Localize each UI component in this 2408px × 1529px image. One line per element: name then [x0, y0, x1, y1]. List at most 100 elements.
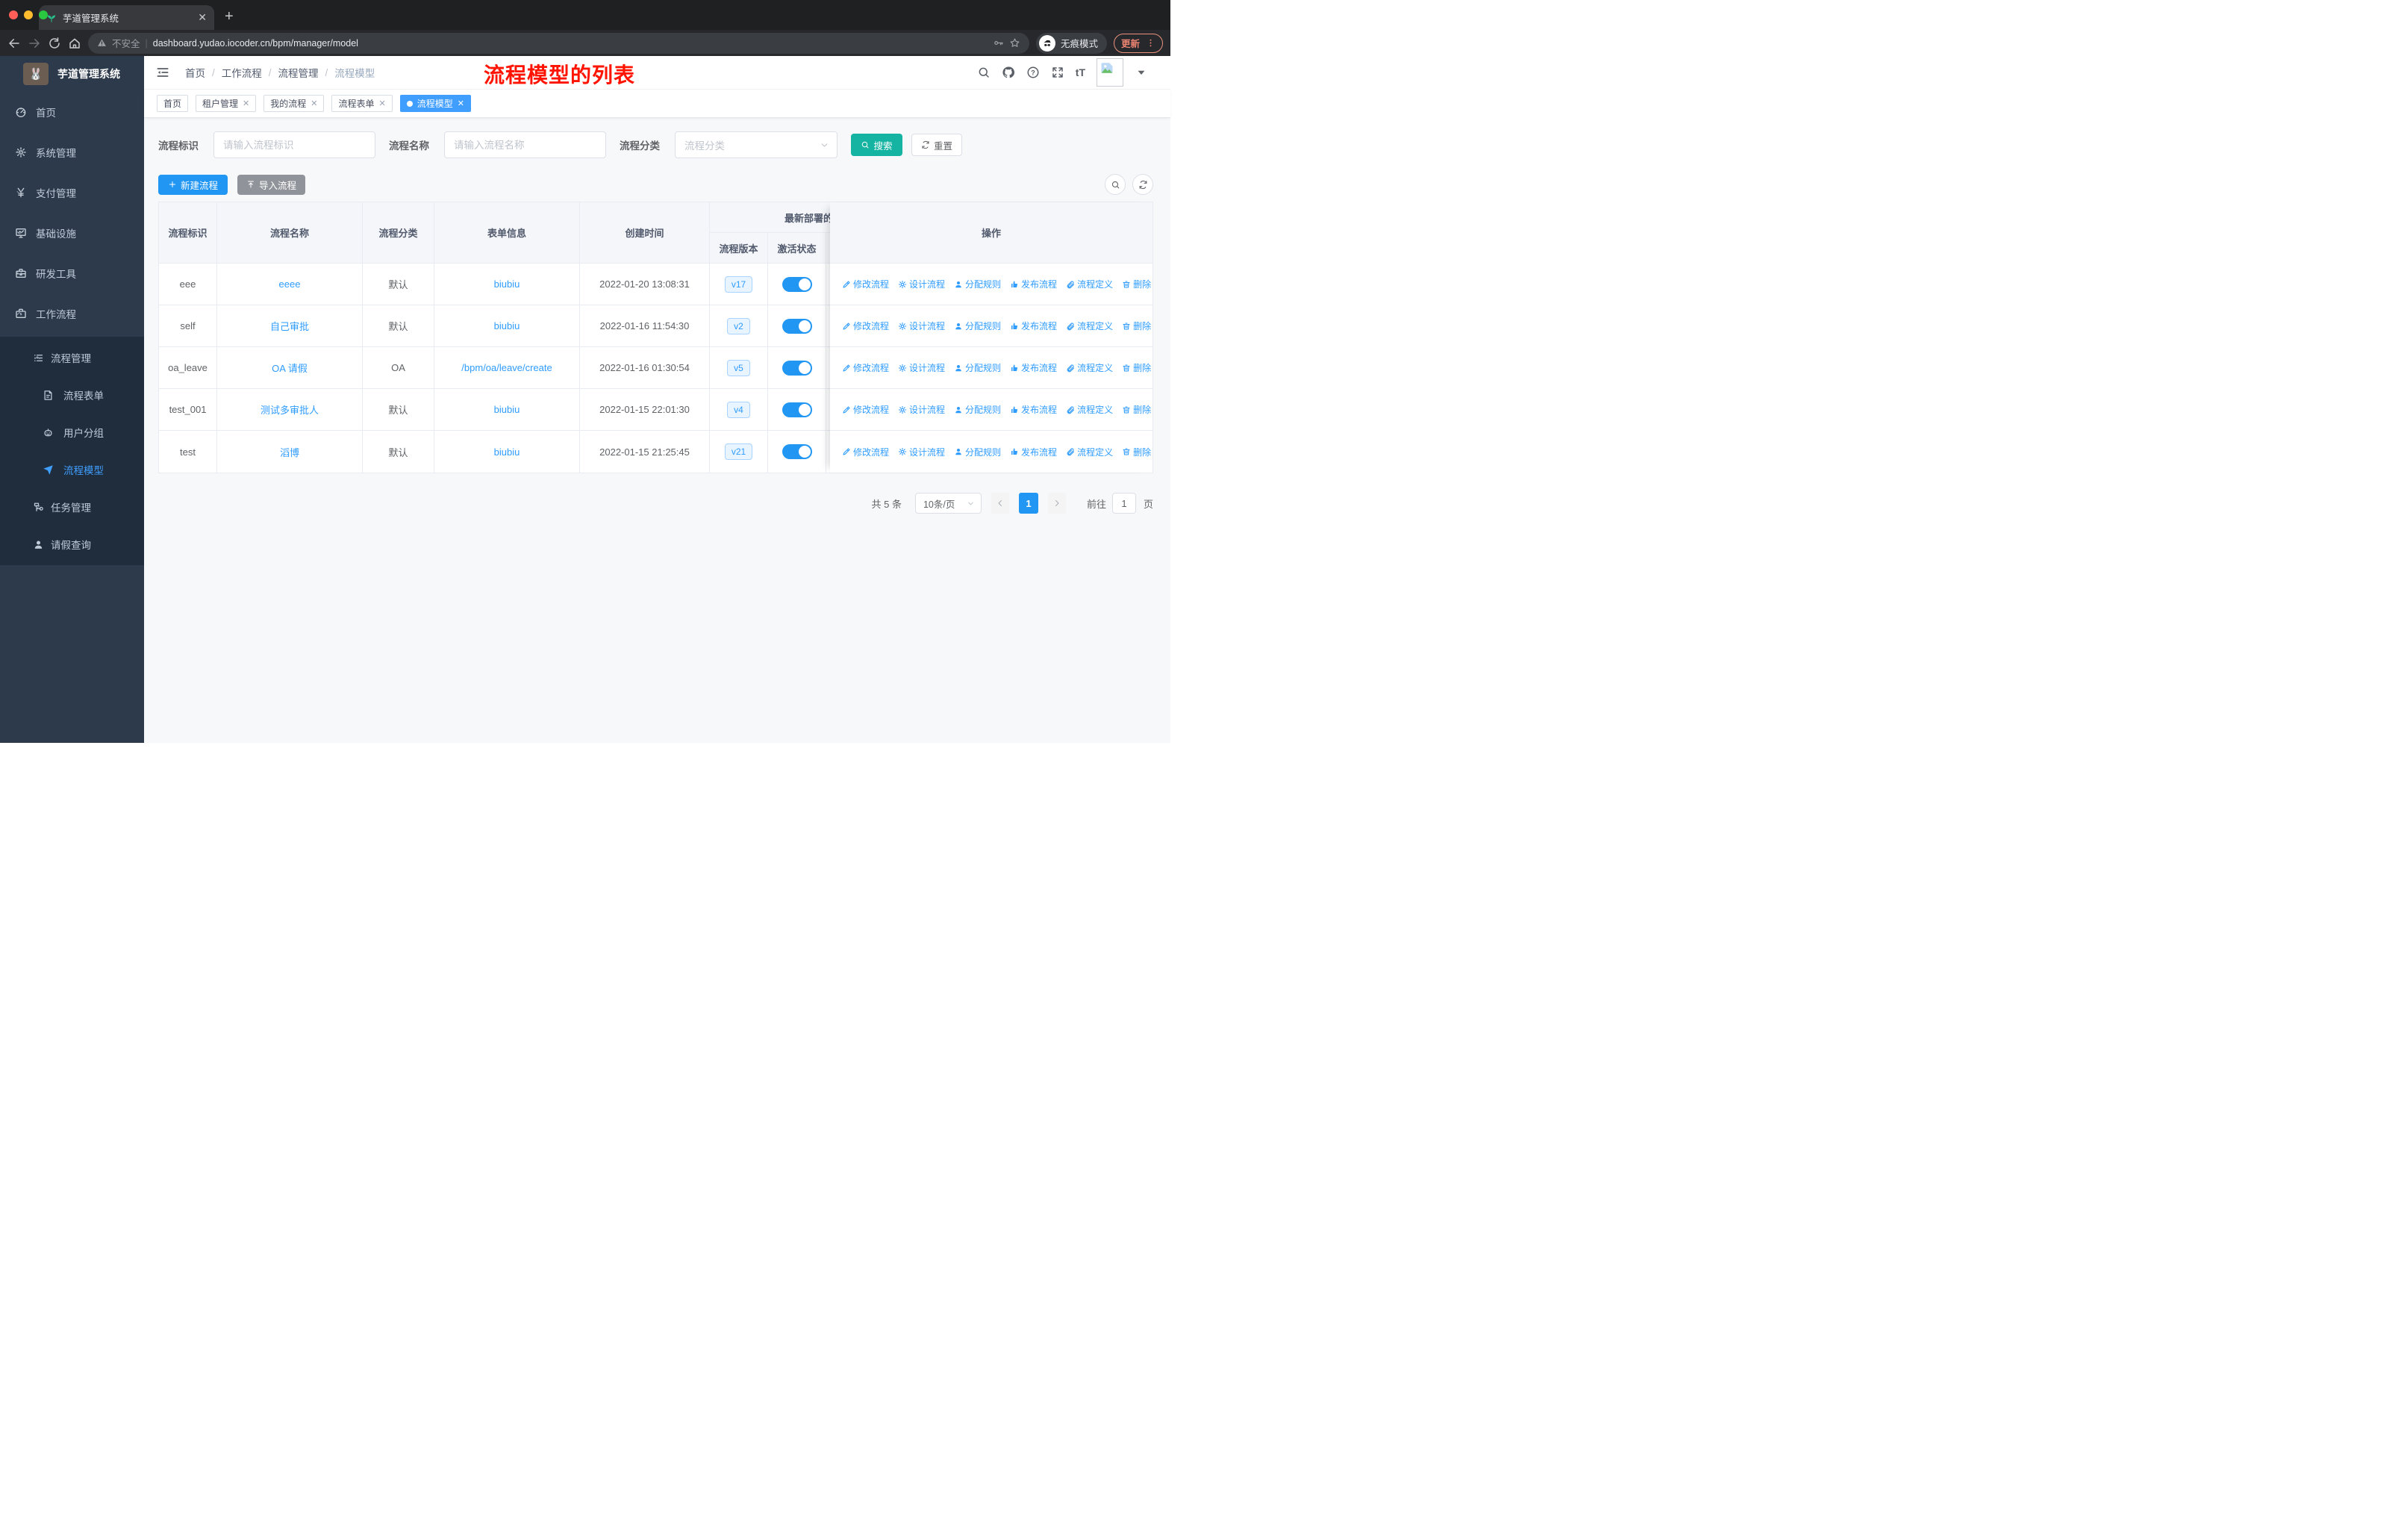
design-process-link[interactable]: 设计流程 [898, 446, 945, 458]
design-process-link[interactable]: 设计流程 [898, 278, 945, 290]
form-info-link[interactable]: biubiu [494, 320, 520, 331]
publish-process-link[interactable]: 发布流程 [1010, 446, 1057, 458]
active-toggle[interactable] [782, 402, 812, 417]
font-size-icon[interactable]: tT [1076, 66, 1085, 78]
process-name-link[interactable]: 测试多审批人 [261, 402, 319, 417]
tag-tenant[interactable]: 租户管理 ✕ [196, 95, 257, 112]
hide-search-button[interactable] [1105, 174, 1126, 195]
process-name-input[interactable] [444, 131, 606, 158]
browser-tab[interactable]: 芋道管理系统 ✕ [39, 5, 214, 30]
process-definition-link[interactable]: 流程定义 [1066, 320, 1113, 332]
form-info-link[interactable]: biubiu [494, 278, 520, 290]
goto-page-input[interactable] [1111, 493, 1136, 514]
reload-icon[interactable] [48, 37, 61, 50]
tag-process-model[interactable]: 流程模型 ✕ [399, 95, 471, 112]
sidebar-item-workflow[interactable]: 工作流程 [0, 293, 144, 334]
url-text[interactable]: dashboard.yudao.iocoder.cn/bpm/manager/m… [153, 38, 988, 49]
process-name-link[interactable]: 自己审批 [270, 319, 309, 333]
tag-process-form[interactable]: 流程表单 ✕ [331, 95, 393, 112]
url-bar[interactable]: 不安全 | dashboard.yudao.iocoder.cn/bpm/man… [88, 32, 1029, 54]
active-toggle[interactable] [782, 444, 812, 459]
breadcrumb-workflow[interactable]: 工作流程 [222, 65, 262, 80]
password-key-icon[interactable] [993, 37, 1004, 49]
publish-process-link[interactable]: 发布流程 [1010, 361, 1057, 374]
bookmark-star-icon[interactable] [1009, 37, 1020, 49]
browser-menu-icon[interactable] [1146, 38, 1155, 48]
sidebar-collapse-icon[interactable] [155, 65, 170, 80]
delete-link[interactable]: 删除 [1122, 278, 1151, 290]
help-icon[interactable] [1026, 66, 1040, 79]
process-category-select[interactable]: 流程分类 [675, 131, 838, 158]
github-icon[interactable] [1002, 66, 1015, 79]
tag-home[interactable]: 首页 [157, 95, 189, 112]
tag-close-icon[interactable]: ✕ [458, 99, 464, 108]
tab-close-icon[interactable]: ✕ [198, 11, 207, 24]
insecure-warning-icon[interactable] [97, 38, 107, 48]
create-process-button[interactable]: 新建流程 [158, 174, 228, 195]
assign-rule-link[interactable]: 分配规则 [954, 320, 1001, 332]
import-process-button[interactable]: 导入流程 [237, 174, 305, 195]
edit-process-link[interactable]: 修改流程 [842, 278, 889, 290]
forward-icon[interactable] [28, 37, 41, 50]
publish-process-link[interactable]: 发布流程 [1010, 278, 1057, 290]
sidebar-item-devtools[interactable]: 研发工具 [0, 253, 144, 293]
security-label[interactable]: 不安全 [112, 36, 140, 50]
assign-rule-link[interactable]: 分配规则 [954, 403, 1001, 416]
process-name-link[interactable]: OA 请假 [272, 361, 308, 375]
breadcrumb-home[interactable]: 首页 [185, 65, 205, 80]
sidebar-item-payment[interactable]: 支付管理 [0, 172, 144, 213]
fullscreen-icon[interactable] [1051, 66, 1064, 79]
sidebar-item-system[interactable]: 系统管理 [0, 132, 144, 172]
sidebar-item-process-form[interactable]: 流程表单 [0, 376, 144, 414]
process-definition-link[interactable]: 流程定义 [1066, 403, 1113, 416]
form-info-link[interactable]: biubiu [494, 446, 520, 458]
reset-button[interactable]: 重置 [911, 134, 962, 156]
edit-process-link[interactable]: 修改流程 [842, 446, 889, 458]
assign-rule-link[interactable]: 分配规则 [954, 361, 1001, 374]
caret-down-icon[interactable] [1135, 66, 1148, 79]
update-button[interactable]: 更新 [1113, 33, 1163, 53]
avatar[interactable] [1097, 58, 1123, 87]
window-zoom-button[interactable] [39, 10, 48, 19]
process-name-link[interactable]: 滔博 [280, 445, 299, 459]
sidebar-item-task-management[interactable]: 任务管理 [0, 488, 144, 526]
tag-close-icon[interactable]: ✕ [379, 99, 386, 108]
home-icon[interactable] [68, 37, 81, 50]
form-info-link[interactable]: biubiu [494, 404, 520, 415]
design-process-link[interactable]: 设计流程 [898, 403, 945, 416]
sidebar-item-process-model[interactable]: 流程模型 [0, 451, 144, 488]
process-id-input[interactable] [213, 131, 375, 158]
delete-link[interactable]: 删除 [1122, 403, 1151, 416]
active-toggle[interactable] [782, 276, 812, 292]
delete-link[interactable]: 删除 [1122, 361, 1151, 374]
sidebar-item-process-management[interactable]: 流程管理 [0, 339, 144, 376]
sidebar-item-infra[interactable]: 基础设施 [0, 213, 144, 253]
search-button[interactable]: 搜索 [851, 134, 902, 156]
sidebar-item-user-group[interactable]: 用户分组 [0, 414, 144, 451]
page-size-select[interactable]: 10条/页 [914, 493, 982, 514]
prev-page-button[interactable] [991, 493, 1009, 514]
tag-close-icon[interactable]: ✕ [311, 99, 317, 108]
page-number-button[interactable]: 1 [1018, 493, 1038, 514]
window-minimize-button[interactable] [24, 10, 33, 19]
next-page-button[interactable] [1047, 493, 1066, 514]
assign-rule-link[interactable]: 分配规则 [954, 446, 1001, 458]
process-name-link[interactable]: eeee [279, 278, 301, 290]
active-toggle[interactable] [782, 318, 812, 334]
assign-rule-link[interactable]: 分配规则 [954, 278, 1001, 290]
edit-process-link[interactable]: 修改流程 [842, 320, 889, 332]
sidebar-item-home[interactable]: 首页 [0, 92, 144, 132]
design-process-link[interactable]: 设计流程 [898, 361, 945, 374]
tag-close-icon[interactable]: ✕ [243, 99, 249, 108]
edit-process-link[interactable]: 修改流程 [842, 361, 889, 374]
active-toggle[interactable] [782, 360, 812, 376]
search-icon[interactable] [977, 66, 991, 79]
process-definition-link[interactable]: 流程定义 [1066, 361, 1113, 374]
publish-process-link[interactable]: 发布流程 [1010, 320, 1057, 332]
tag-my-process[interactable]: 我的流程 ✕ [263, 95, 325, 112]
process-definition-link[interactable]: 流程定义 [1066, 278, 1113, 290]
publish-process-link[interactable]: 发布流程 [1010, 403, 1057, 416]
new-tab-button[interactable]: + [225, 8, 234, 25]
form-info-link[interactable]: /bpm/oa/leave/create [461, 362, 552, 373]
window-close-button[interactable] [9, 10, 18, 19]
